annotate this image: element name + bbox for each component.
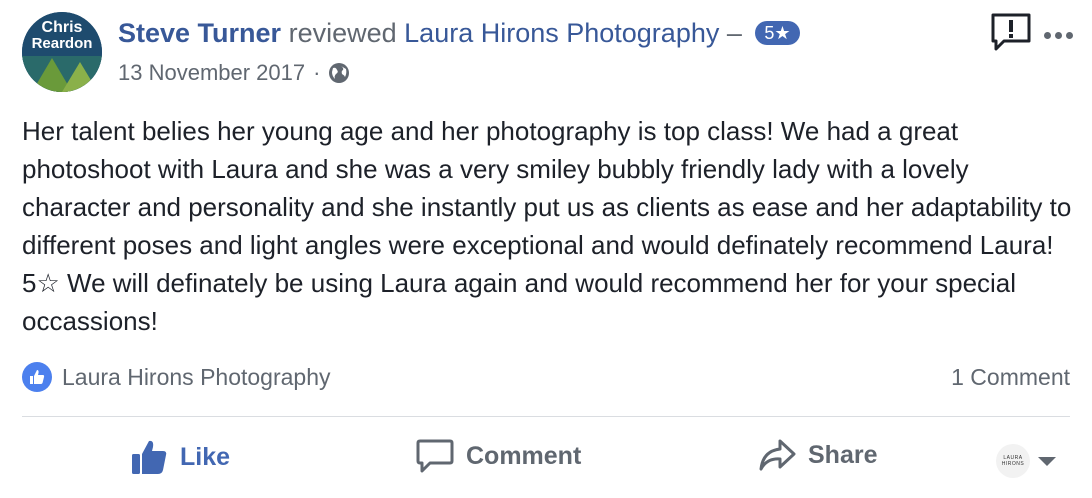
post-date[interactable]: 13 November 2017 (118, 60, 305, 86)
avatar-text-bottom: Reardon (32, 35, 93, 52)
post-as-selector[interactable]: LAURA HIRONS (996, 444, 1056, 478)
comment-label: Comment (466, 441, 582, 470)
post-header: Steve Turner reviewed Laura Hirons Photo… (118, 18, 800, 49)
rating-badge: 5★ (755, 21, 800, 45)
reaction-summary[interactable]: Laura Hirons Photography (22, 362, 331, 392)
post-meta: 13 November 2017 · (118, 60, 350, 86)
meta-separator: · (313, 60, 321, 85)
share-label: Share (808, 440, 878, 469)
action-divider (22, 416, 1070, 417)
more-options-icon[interactable] (1044, 26, 1077, 44)
review-text: Her talent belies her young age and her … (22, 116, 1072, 336)
comment-count-link[interactable]: 1 Comment (951, 364, 1070, 391)
share-arrow-icon (759, 439, 796, 471)
page-identity-avatar: LAURA HIRONS (996, 444, 1030, 478)
like-button[interactable]: Like (130, 438, 230, 476)
avatar-text-top: Chris (42, 19, 83, 36)
comment-bubble-icon (416, 439, 454, 473)
header-dash: – (726, 18, 742, 48)
review-verb: reviewed (288, 18, 397, 48)
share-button[interactable]: Share (758, 438, 877, 472)
author-avatar[interactable]: Chris Reardon (22, 12, 102, 92)
author-name-link[interactable]: Steve Turner (118, 18, 281, 48)
like-label: Like (180, 442, 231, 471)
reviewed-page-link[interactable]: Laura Hirons Photography (404, 18, 719, 48)
thumbs-up-icon (132, 440, 167, 474)
chevron-down-icon (1038, 456, 1056, 466)
like-icon (22, 362, 52, 392)
report-icon[interactable] (990, 12, 1032, 52)
identity-avatar-label: LAURA HIRONS (1001, 455, 1025, 467)
liked-by-name[interactable]: Laura Hirons Photography (62, 364, 331, 391)
comment-button[interactable]: Comment (416, 438, 581, 474)
globe-icon (328, 62, 350, 84)
